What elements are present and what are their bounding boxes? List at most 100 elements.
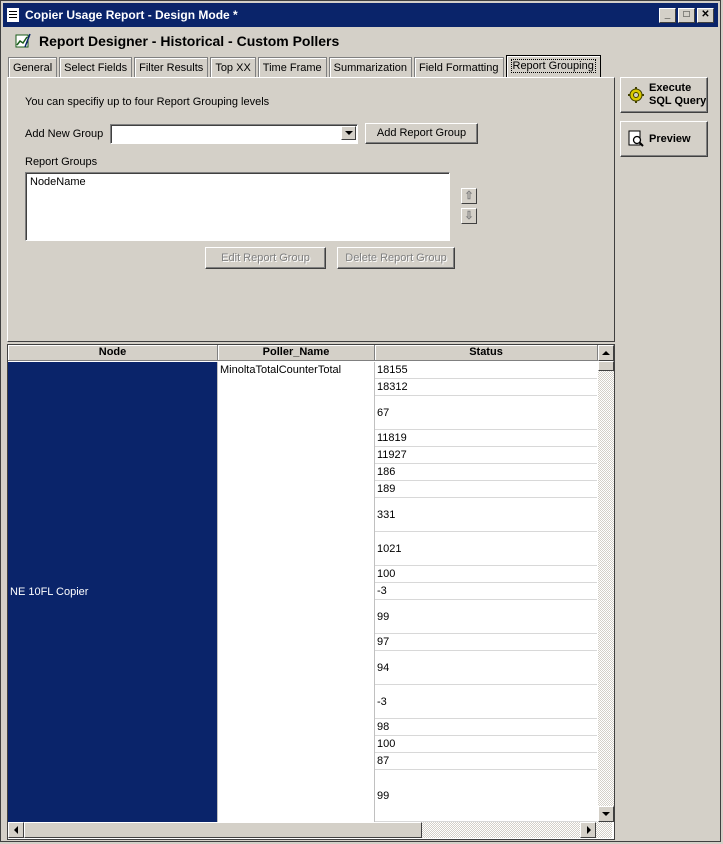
preview-icon xyxy=(628,130,644,147)
column-header-status[interactable]: Status xyxy=(375,345,598,361)
status-value: 18312 xyxy=(377,381,408,393)
status-value: 87 xyxy=(377,755,390,767)
status-value: 100 xyxy=(377,738,396,750)
status-value: 97 xyxy=(377,636,390,648)
table-row[interactable]: 18312 xyxy=(375,379,597,396)
table-row[interactable]: 94 xyxy=(375,651,597,685)
minimize-button[interactable]: _ xyxy=(659,8,676,23)
tab-label: Filter Results xyxy=(139,62,204,74)
column-header-poller-name[interactable]: Poller_Name xyxy=(218,345,375,361)
document-icon xyxy=(7,8,19,22)
tab-select-fields[interactable]: Select Fields xyxy=(59,57,133,78)
status-value: 11819 xyxy=(377,432,407,444)
table-row[interactable]: 98 xyxy=(375,719,597,736)
tab-label: Field Formatting xyxy=(419,62,499,74)
status-value: 99 xyxy=(377,789,390,802)
grid-header: Node Poller_Name Status xyxy=(8,345,598,361)
tab-time-frame[interactable]: Time Frame xyxy=(257,57,327,78)
tab-label: Report Grouping xyxy=(510,59,596,73)
table-row[interactable]: 67 xyxy=(375,396,597,430)
report-designer-icon xyxy=(15,33,31,48)
table-row[interactable]: 100 xyxy=(375,566,597,583)
status-value: 100 xyxy=(377,568,396,580)
status-value: 94 xyxy=(377,661,390,674)
tab-label: Summarization xyxy=(333,62,408,74)
table-row[interactable]: 1021 xyxy=(375,532,597,566)
tab-label: Top XX xyxy=(215,62,251,74)
add-report-group-button[interactable]: Add Report Group xyxy=(365,123,478,144)
table-row[interactable]: -3 xyxy=(375,685,597,719)
move-up-icon[interactable]: ⇧ xyxy=(461,188,477,204)
status-column: 18155 18312 67 11819 11927 186 189 331 1… xyxy=(374,362,597,822)
tab-label: Time Frame xyxy=(262,62,322,74)
tab-filter-results[interactable]: Filter Results xyxy=(134,57,209,78)
designer-header: Report Designer - Historical - Custom Po… xyxy=(15,31,339,51)
execute-sql-query-button[interactable]: Execute SQL Query xyxy=(620,77,708,113)
window-title: Copier Usage Report - Design Mode * xyxy=(25,8,238,22)
table-row[interactable]: 189 xyxy=(375,481,597,498)
table-row[interactable]: 186 xyxy=(375,464,597,481)
tab-top-xx[interactable]: Top XX xyxy=(210,57,256,78)
tab-general[interactable]: General xyxy=(8,57,58,78)
status-value: 99 xyxy=(377,610,390,623)
horizontal-scroll-thumb[interactable] xyxy=(24,822,422,838)
column-header-node[interactable]: Node xyxy=(8,345,218,361)
status-value: 98 xyxy=(377,721,390,733)
report-groups-label: Report Groups xyxy=(25,156,98,168)
vertical-scrollbar[interactable] xyxy=(598,345,614,822)
status-value: 186 xyxy=(377,466,396,478)
title-bar: Copier Usage Report - Design Mode * _ □ … xyxy=(3,3,718,27)
poller-value: MinoltaTotalCounterTotal xyxy=(220,364,342,376)
tab-label: Select Fields xyxy=(64,62,128,74)
table-row[interactable]: 18155 xyxy=(375,362,597,379)
report-groups-list[interactable]: NodeName xyxy=(25,172,450,241)
table-row[interactable]: 331 xyxy=(375,498,597,532)
close-button[interactable]: ✕ xyxy=(697,8,714,23)
tab-strip: General Select Fields Filter Results Top… xyxy=(8,55,603,78)
tab-label: General xyxy=(13,62,53,74)
table-row[interactable]: 97 xyxy=(375,634,597,651)
poller-cell[interactable]: MinoltaTotalCounterTotal xyxy=(217,362,375,822)
node-value: NE 10FL Copier xyxy=(10,586,89,598)
execute-label: Execute SQL Query xyxy=(649,82,706,108)
preview-grid: Node Poller_Name Status NE 10FL Copier M… xyxy=(7,344,615,840)
scroll-right-icon[interactable] xyxy=(580,822,596,838)
maximize-button[interactable]: □ xyxy=(678,8,695,23)
vertical-scroll-thumb[interactable] xyxy=(598,361,614,371)
table-row[interactable]: 99 xyxy=(375,770,597,822)
status-value: 1021 xyxy=(377,542,402,555)
report-grouping-panel: You can specifiy up to four Report Group… xyxy=(7,77,615,342)
app-window: Copier Usage Report - Design Mode * _ □ … xyxy=(0,0,721,842)
status-value: 67 xyxy=(377,406,390,419)
status-value: 331 xyxy=(377,508,396,521)
page-title: Report Designer - Historical - Custom Po… xyxy=(39,33,340,49)
table-row[interactable]: -3 xyxy=(375,583,597,600)
delete-report-group-button[interactable]: Delete Report Group xyxy=(337,247,455,269)
table-row[interactable]: 87 xyxy=(375,753,597,770)
preview-button[interactable]: Preview xyxy=(620,121,708,157)
node-cell[interactable]: NE 10FL Copier xyxy=(8,362,217,822)
scroll-down-icon[interactable] xyxy=(598,806,614,822)
execute-line1: Execute xyxy=(649,82,692,94)
add-group-label: Add New Group xyxy=(25,128,104,140)
table-row[interactable]: 99 xyxy=(375,600,597,634)
status-value: -3 xyxy=(377,695,387,708)
scroll-left-icon[interactable] xyxy=(8,822,24,838)
tab-summarization[interactable]: Summarization xyxy=(328,57,413,78)
table-row[interactable]: 100 xyxy=(375,736,597,753)
scroll-up-icon[interactable] xyxy=(598,345,614,361)
add-group-select[interactable] xyxy=(110,124,358,144)
list-item[interactable]: NodeName xyxy=(30,176,86,188)
table-row[interactable]: 11819 xyxy=(375,430,597,447)
move-down-icon[interactable]: ⇩ xyxy=(461,208,477,224)
gear-icon xyxy=(628,87,644,103)
horizontal-scrollbar[interactable] xyxy=(8,822,612,838)
edit-report-group-button[interactable]: Edit Report Group xyxy=(205,247,326,269)
grouping-hint: You can specifiy up to four Report Group… xyxy=(25,96,270,108)
chevron-down-icon[interactable] xyxy=(341,126,356,140)
status-value: 11927 xyxy=(377,449,407,461)
table-row[interactable]: 11927 xyxy=(375,447,597,464)
execute-line2: SQL Query xyxy=(649,95,707,107)
tab-field-formatting[interactable]: Field Formatting xyxy=(414,57,504,78)
tab-report-grouping[interactable]: Report Grouping xyxy=(505,55,601,77)
